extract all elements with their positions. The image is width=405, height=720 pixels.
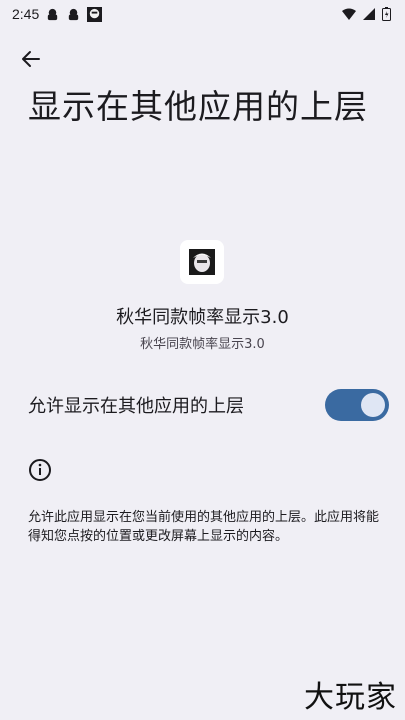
app-icon [189, 249, 215, 275]
status-time: 2:45 [12, 6, 40, 22]
status-left: 2:45 [12, 6, 103, 22]
notification-icon [48, 8, 58, 20]
back-button[interactable] [14, 42, 48, 76]
battery-icon [382, 7, 391, 21]
permission-switch[interactable] [325, 389, 389, 421]
status-right [342, 7, 391, 21]
arrow-back-icon[interactable] [21, 49, 41, 69]
page-title: 显示在其他应用的上层 [28, 87, 368, 126]
switch-thumb [361, 393, 385, 417]
permission-description: 允许此应用显示在您当前使用的其他应用的上层。此应用将能得知您点按的位置或更改屏幕… [28, 510, 380, 544]
notification-icon [69, 8, 79, 20]
signal-icon [363, 8, 375, 20]
permission-label: 允许显示在其他应用的上层 [28, 396, 244, 417]
app-notification-icon [87, 6, 103, 22]
watermark: 大玩家 [304, 680, 397, 715]
app-name: 秋华同款帧率显示3.0 [116, 307, 289, 328]
permission-toggle-row[interactable]: 允许显示在其他应用的上层 [0, 382, 405, 428]
info-icon [29, 459, 51, 481]
app-icon-container [180, 240, 224, 284]
wifi-icon [342, 8, 356, 20]
app-package-label: 秋华同款帧率显示3.0 [140, 337, 265, 352]
status-bar: 2:45 [0, 0, 405, 28]
